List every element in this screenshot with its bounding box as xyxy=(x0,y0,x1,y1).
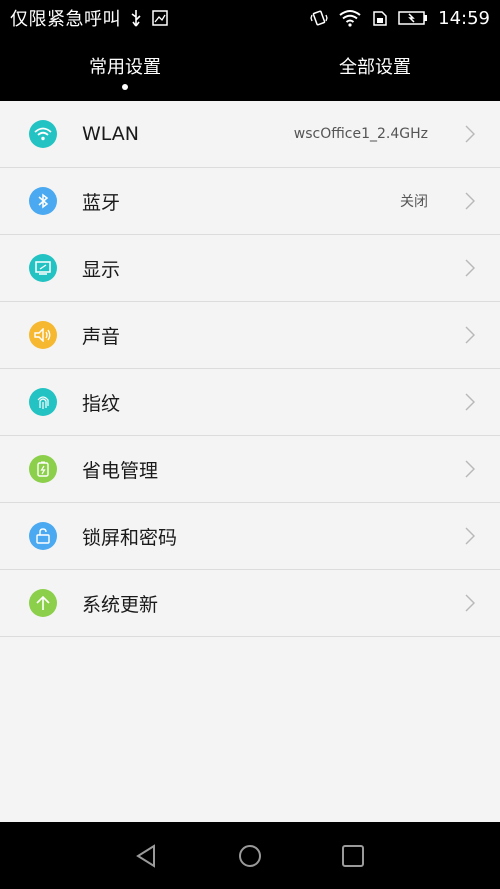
settings-item-system-update[interactable]: 系统更新 xyxy=(0,570,500,637)
chevron-right-icon xyxy=(465,393,475,411)
settings-item-label: 省电管理 xyxy=(82,459,159,482)
chevron-right-icon xyxy=(465,326,475,344)
display-icon xyxy=(29,254,57,282)
speaker-icon xyxy=(29,321,57,349)
settings-item-wlan[interactable]: WLAN wscOffice1_2.4GHz xyxy=(0,101,500,168)
wifi-icon xyxy=(338,9,362,27)
bluetooth-icon xyxy=(29,187,57,215)
chevron-right-icon xyxy=(465,125,475,143)
image-icon xyxy=(151,9,169,27)
tab-label: 常用设置 xyxy=(89,56,161,78)
settings-item-label: 显示 xyxy=(82,258,121,281)
sim-icon xyxy=(372,9,388,27)
recents-button[interactable] xyxy=(339,842,367,870)
update-arrow-icon xyxy=(29,589,57,617)
back-icon xyxy=(136,843,155,868)
vibrate-icon xyxy=(310,9,328,27)
unlock-icon xyxy=(29,522,57,550)
chevron-right-icon xyxy=(465,192,475,210)
settings-item-label: 声音 xyxy=(82,325,121,348)
settings-item-label: 系统更新 xyxy=(82,593,159,616)
chevron-right-icon xyxy=(465,460,475,478)
battery-icon xyxy=(398,9,428,27)
settings-item-value: wscOffice1_2.4GHz xyxy=(293,126,428,142)
chevron-right-icon xyxy=(465,594,475,612)
settings-item-power-saving[interactable]: 省电管理 xyxy=(0,436,500,503)
wifi-icon xyxy=(29,120,57,148)
navigation-bar xyxy=(0,822,500,889)
back-button[interactable] xyxy=(133,842,161,870)
settings-item-lockscreen-password[interactable]: 锁屏和密码 xyxy=(0,503,500,570)
battery-saver-icon xyxy=(29,455,57,483)
recents-icon xyxy=(342,844,364,867)
settings-item-label: 锁屏和密码 xyxy=(82,526,178,549)
settings-item-sound[interactable]: 声音 xyxy=(0,302,500,369)
status-bar: 仅限紧急呼叫 14:59 xyxy=(0,0,500,36)
settings-item-display[interactable]: 显示 xyxy=(0,235,500,302)
status-bar-carrier-text: 仅限紧急呼叫 xyxy=(10,9,121,30)
settings-item-label: 蓝牙 xyxy=(82,191,121,214)
settings-item-label: WLAN xyxy=(82,123,140,145)
settings-item-bluetooth[interactable]: 蓝牙 关闭 xyxy=(0,168,500,235)
fingerprint-icon xyxy=(29,388,57,416)
settings-tabs: 常用设置 全部设置 xyxy=(0,36,500,101)
home-icon xyxy=(239,844,261,867)
settings-list: WLAN wscOffice1_2.4GHz 蓝牙 关闭 显示 声音 指纹 省电… xyxy=(0,101,500,637)
tab-all-settings[interactable]: 全部设置 xyxy=(250,36,500,101)
status-bar-time: 14:59 xyxy=(438,7,490,29)
settings-item-fingerprint[interactable]: 指纹 xyxy=(0,369,500,436)
home-button[interactable] xyxy=(236,842,264,870)
chevron-right-icon xyxy=(465,259,475,277)
tab-label: 全部设置 xyxy=(339,56,411,78)
settings-item-value: 关闭 xyxy=(400,194,428,210)
settings-item-label: 指纹 xyxy=(82,392,121,415)
tab-common-settings[interactable]: 常用设置 xyxy=(0,36,250,101)
usb-icon xyxy=(129,9,143,27)
chevron-right-icon xyxy=(465,527,475,545)
active-tab-indicator xyxy=(122,84,128,90)
